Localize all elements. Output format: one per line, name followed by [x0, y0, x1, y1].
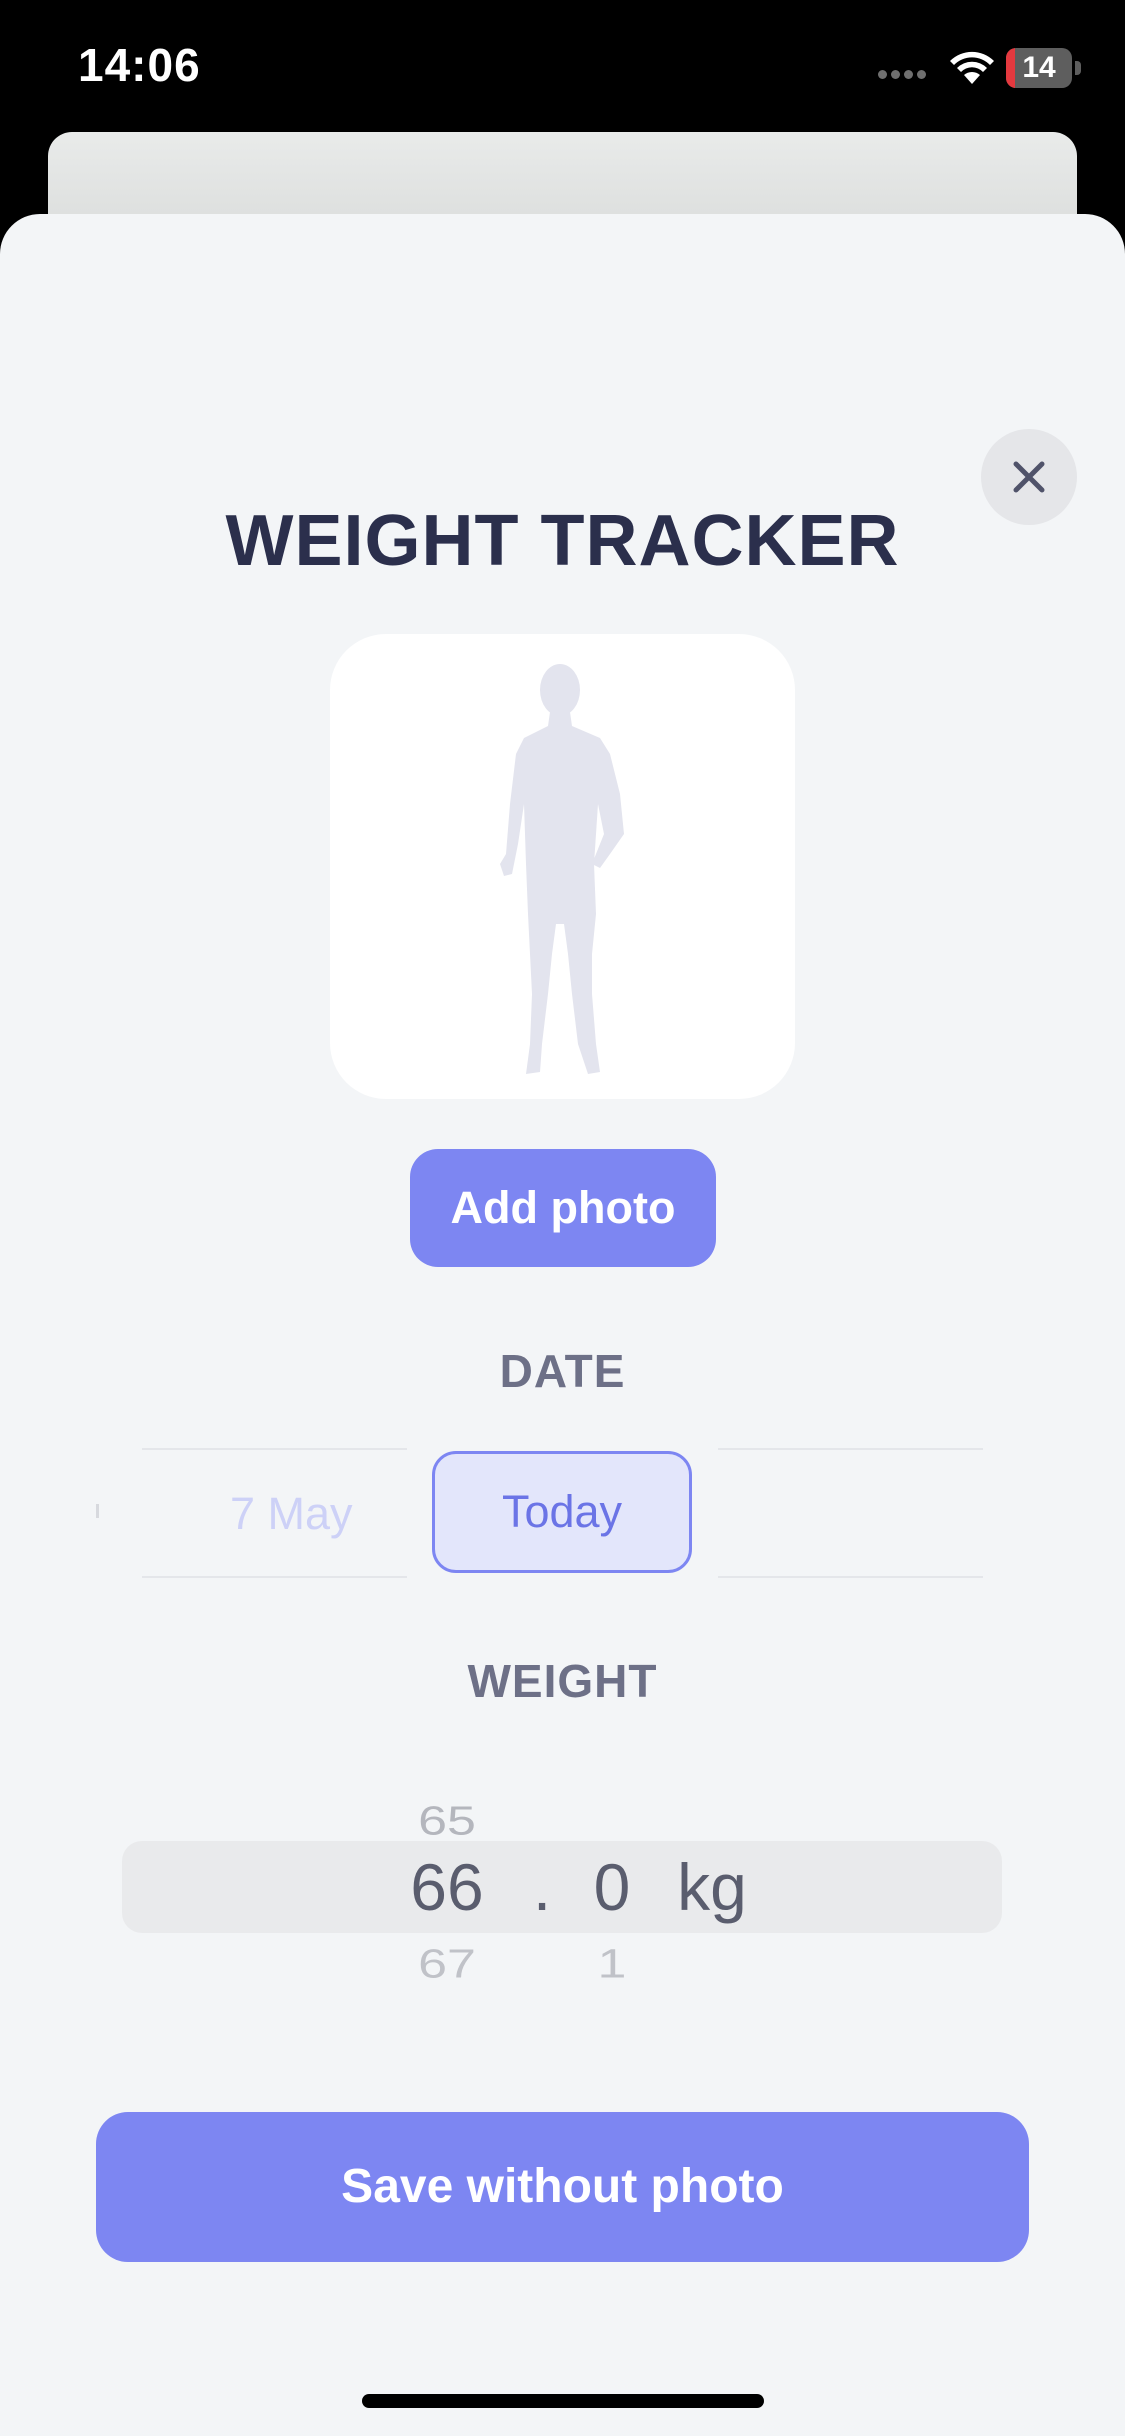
battery-level: 14: [1022, 51, 1056, 84]
weight-tracker-sheet: WEIGHT TRACKER: [0, 214, 1125, 2436]
save-without-photo-button[interactable]: Save without photo: [96, 2112, 1029, 2262]
photo-placeholder[interactable]: [330, 634, 795, 1099]
status-time: 14:06: [78, 39, 201, 91]
weight-decimal-separator: .: [532, 1850, 552, 1924]
date-label: DATE: [499, 1345, 626, 1397]
weight-picker-row-above[interactable]: 65: [122, 1775, 1002, 1835]
date-scroll-edge: [96, 1504, 99, 1518]
weight-int-selected: 66: [410, 1850, 484, 1924]
weight-decimal-selected: 0: [593, 1850, 631, 1924]
weight-picker-row-below[interactable]: 67 1: [122, 1936, 1002, 1984]
body-silhouette-icon: [500, 664, 624, 1074]
close-icon: [1013, 461, 1045, 493]
weight-int-below: 67: [418, 1941, 476, 1984]
battery-icon: 14: [1006, 48, 1084, 88]
home-indicator[interactable]: [362, 2394, 764, 2408]
date-divider: [142, 1448, 407, 1450]
page-title: WEIGHT TRACKER: [225, 501, 900, 581]
status-bar: 14:06 14: [0, 0, 1125, 135]
weight-picker-row-selected[interactable]: 66 . 0 kg: [122, 1841, 1002, 1933]
weight-int-above: 65: [418, 1798, 476, 1835]
date-item-previous[interactable]: 7 May: [230, 1484, 353, 1544]
date-item-selected[interactable]: Today: [432, 1451, 692, 1573]
date-divider: [142, 1576, 407, 1578]
date-divider: [718, 1576, 983, 1578]
add-photo-button[interactable]: Add photo: [410, 1149, 716, 1267]
weight-decimal-below: 1: [597, 1941, 627, 1984]
weight-picker[interactable]: 65 66 . 0 kg 67 1: [122, 1690, 1002, 2020]
wifi-icon: [950, 51, 994, 84]
date-divider: [718, 1448, 983, 1450]
signal-dots-icon: [878, 66, 934, 80]
weight-unit: kg: [677, 1850, 747, 1924]
